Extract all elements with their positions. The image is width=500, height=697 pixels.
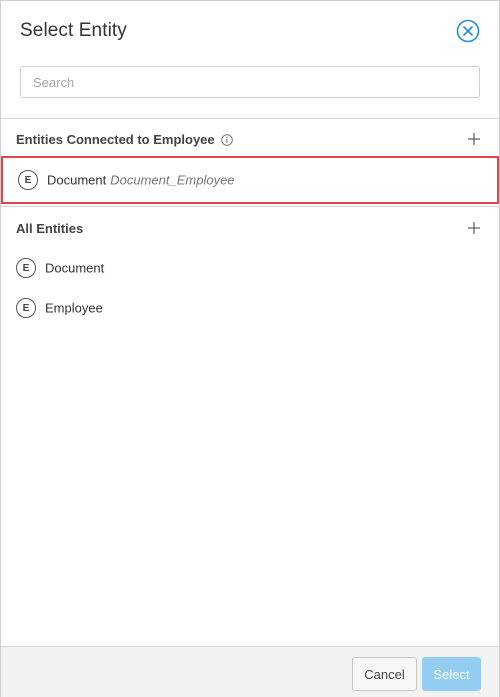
divider: [1, 118, 499, 119]
connected-section-label: Entities Connected to Employee: [16, 132, 215, 147]
search-input[interactable]: [20, 66, 480, 98]
entity-icon: E: [16, 258, 36, 278]
entity-relation-name: Document_Employee: [110, 172, 235, 188]
entity-name: Employee: [45, 300, 103, 316]
dialog-title: Select Entity: [20, 20, 127, 41]
entity-name: Document Document_Employee: [47, 173, 235, 188]
connected-section-title: Entities Connected to Employee: [16, 132, 233, 147]
entity-icon: E: [18, 170, 38, 190]
plus-icon: [468, 222, 480, 234]
search-box: [20, 66, 480, 98]
info-icon[interactable]: [220, 134, 233, 146]
entity-row-document[interactable]: E Document: [1, 248, 499, 288]
all-entities-section-title: All Entities: [16, 221, 84, 236]
add-entity-button[interactable]: [467, 221, 481, 235]
cancel-button[interactable]: Cancel: [352, 657, 417, 691]
dialog-header: Select Entity: [1, 1, 499, 61]
dialog-footer: Cancel Select: [1, 646, 499, 697]
add-connected-entity-button[interactable]: [467, 132, 481, 146]
select-button[interactable]: Select: [422, 657, 481, 691]
plus-icon: [468, 133, 480, 145]
divider: [1, 206, 499, 207]
close-icon[interactable]: [456, 19, 480, 43]
entity-name-text: Document: [47, 172, 107, 188]
entity-icon: E: [16, 298, 36, 318]
entity-name: Document: [45, 260, 105, 276]
entity-row-employee[interactable]: E Employee: [1, 288, 499, 328]
select-entity-dialog: Select Entity Entities Connected to Empl…: [0, 0, 500, 697]
connected-entity-row-document[interactable]: E Document Document_Employee: [1, 156, 499, 204]
